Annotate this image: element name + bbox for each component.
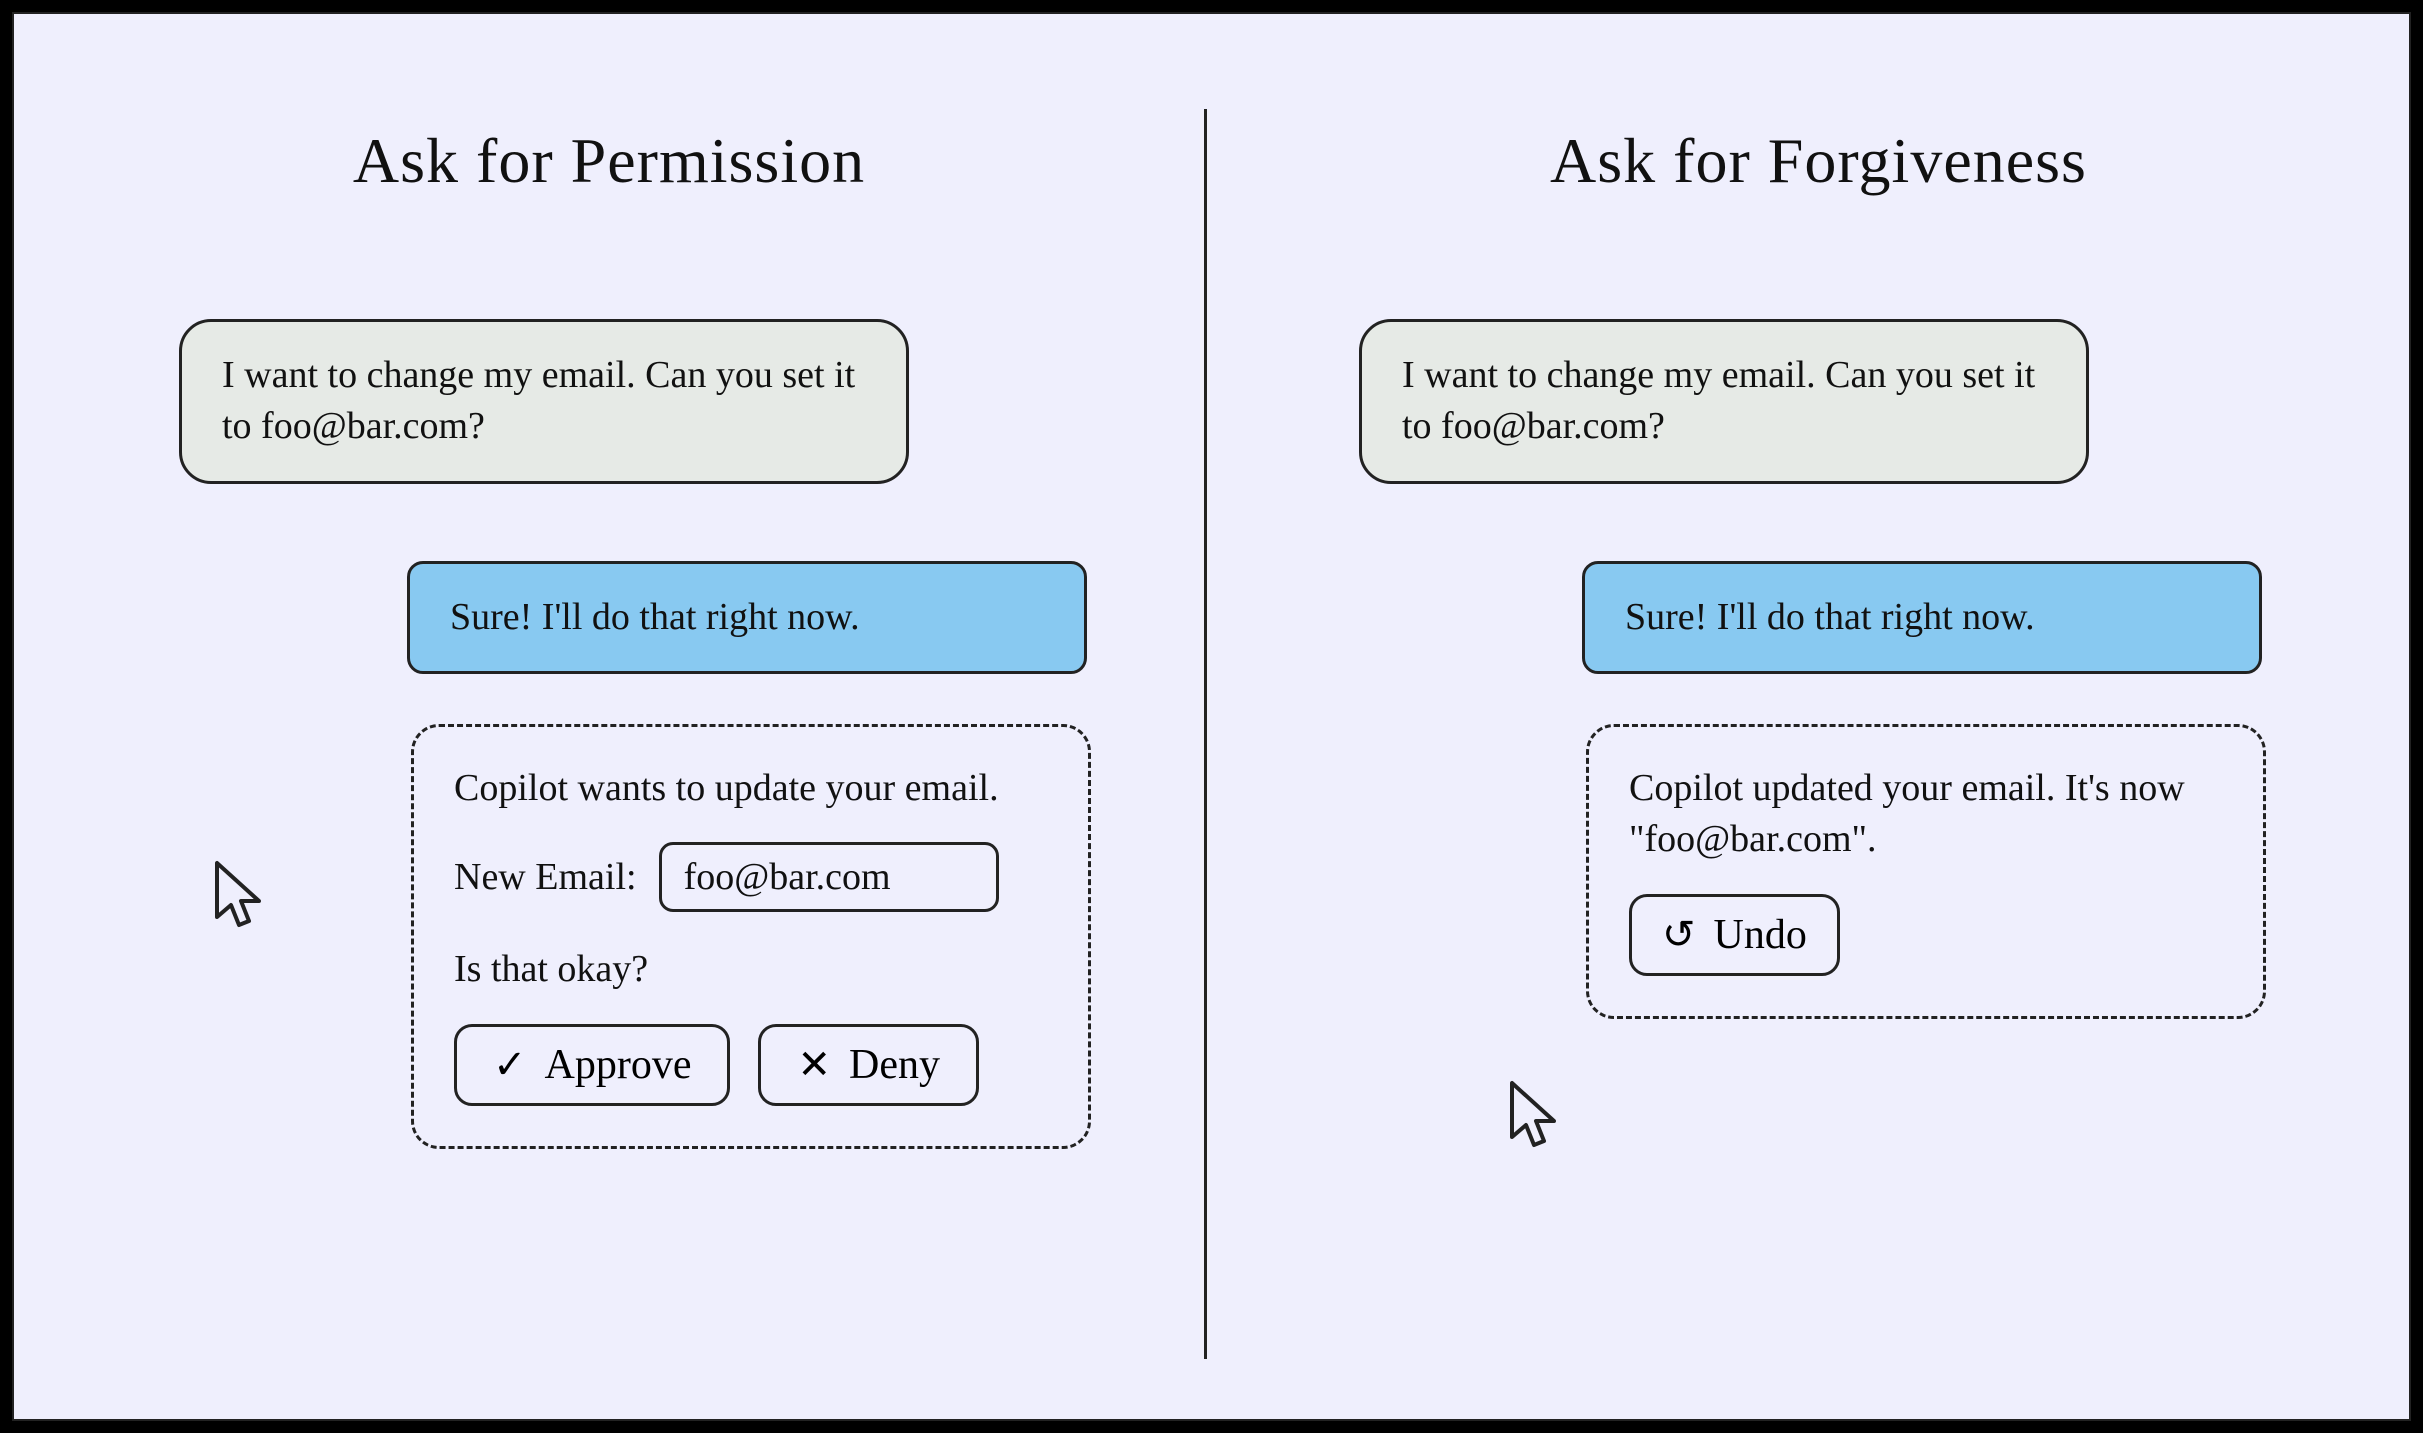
approve-button-label: Approve	[545, 1041, 692, 1089]
approve-button[interactable]: ✓ Approve	[454, 1024, 730, 1106]
assistant-message-bubble: Sure! I'll do that right now.	[1582, 561, 2262, 674]
permission-prompt-line2: Is that okay?	[454, 944, 1048, 995]
cursor-icon	[209, 859, 269, 939]
diagram-frame: Ask for Permission I want to change my e…	[12, 12, 2411, 1421]
undo-icon: ↺	[1662, 915, 1696, 955]
permission-card: Copilot wants to update your email. New …	[411, 724, 1091, 1149]
user-message-bubble: I want to change my email. Can you set i…	[1359, 319, 2089, 484]
assistant-message-text: Sure! I'll do that right now.	[450, 596, 860, 638]
undo-button-label: Undo	[1714, 911, 1807, 959]
cursor-icon	[1504, 1079, 1564, 1159]
new-email-label: New Email:	[454, 855, 637, 899]
permission-button-row: ✓ Approve ✕ Deny	[454, 1024, 1048, 1106]
permission-prompt-line1: Copilot wants to update your email.	[454, 763, 1048, 814]
check-icon: ✓	[493, 1045, 527, 1085]
deny-button[interactable]: ✕ Deny	[758, 1024, 979, 1106]
user-message-text: I want to change my email. Can you set i…	[1402, 354, 2035, 447]
assistant-message-text: Sure! I'll do that right now.	[1625, 596, 2035, 638]
forgiveness-button-row: ↺ Undo	[1629, 894, 2223, 976]
user-message-text: I want to change my email. Can you set i…	[222, 354, 855, 447]
forgiveness-status-text: Copilot updated your email. It's now "fo…	[1629, 763, 2223, 866]
panel-title-right: Ask for Forgiveness	[1224, 124, 2413, 198]
forgiveness-card: Copilot updated your email. It's now "fo…	[1586, 724, 2266, 1019]
x-icon: ✕	[797, 1045, 831, 1085]
deny-button-label: Deny	[849, 1041, 940, 1089]
panel-ask-permission: Ask for Permission I want to change my e…	[14, 14, 1204, 1419]
user-message-bubble: I want to change my email. Can you set i…	[179, 319, 909, 484]
new-email-field-row: New Email: foo@bar.com	[454, 842, 1048, 912]
assistant-message-bubble: Sure! I'll do that right now.	[407, 561, 1087, 674]
panel-divider	[1204, 109, 1207, 1359]
panel-ask-forgiveness: Ask for Forgiveness I want to change my …	[1224, 14, 2413, 1419]
undo-button[interactable]: ↺ Undo	[1629, 894, 1840, 976]
panel-title-left: Ask for Permission	[14, 124, 1204, 198]
new-email-input[interactable]: foo@bar.com	[659, 842, 999, 912]
